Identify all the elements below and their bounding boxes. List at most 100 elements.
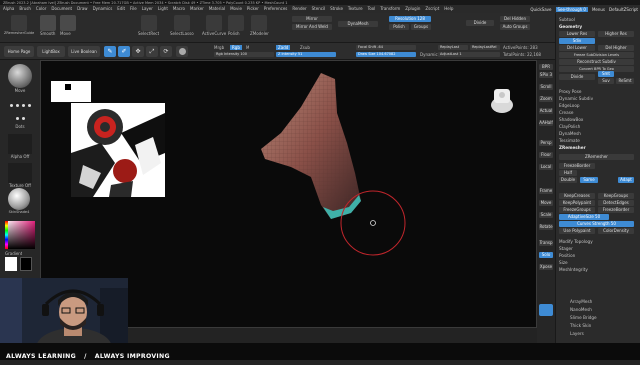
- menu-stencil[interactable]: Stencil: [312, 5, 326, 13]
- quicksave-button[interactable]: QuickSave: [530, 7, 551, 12]
- menu-macro[interactable]: Macro: [173, 5, 185, 13]
- material-picker[interactable]: SkinShade4: [8, 188, 30, 215]
- slime-bridge-section[interactable]: Slime Bridge: [570, 315, 597, 321]
- menu-brush[interactable]: Brush: [19, 5, 31, 13]
- brush-picker[interactable]: Move: [8, 64, 32, 93]
- edit-button[interactable]: ✎: [104, 46, 116, 57]
- menu-document[interactable]: Document: [51, 5, 72, 13]
- freeze-border-button[interactable]: FreezeBorder: [559, 163, 595, 169]
- del-lower-button[interactable]: Del Lower: [559, 45, 595, 51]
- solo-button[interactable]: Solo: [539, 252, 553, 258]
- use-polypaint-button[interactable]: Use Polypaint: [559, 228, 595, 234]
- divide-tray-button[interactable]: Divide: [559, 74, 595, 80]
- edgeloop-section[interactable]: EdgeLoop: [559, 103, 580, 109]
- proxy-pose-section[interactable]: Proxy Pose: [559, 89, 582, 95]
- auto-groups-button[interactable]: Auto Groups: [500, 24, 530, 30]
- size-section[interactable]: Size: [559, 260, 568, 266]
- scale-button[interactable]: ⤢: [146, 46, 158, 57]
- replay-last-button[interactable]: ReplayLast: [438, 45, 468, 50]
- shelf-move[interactable]: Move: [60, 15, 76, 36]
- mirror-button[interactable]: Mirror: [292, 16, 332, 22]
- keep-creases-button[interactable]: KeepCreases: [559, 193, 595, 199]
- polish-toggle[interactable]: Polish: [389, 24, 409, 30]
- suv-toggle[interactable]: Suv: [598, 78, 614, 84]
- del-higher-button[interactable]: Del Higher: [598, 45, 634, 51]
- freeze-groups-button[interactable]: FreezeGroups: [559, 207, 595, 213]
- reconstruct-subdiv-button[interactable]: Reconstruct Subdiv: [559, 59, 634, 65]
- dynamic-toggle[interactable]: Dynamic: [420, 52, 438, 57]
- sdiv-slider[interactable]: Sdiv: [559, 38, 595, 44]
- menu-render[interactable]: Render: [292, 5, 306, 13]
- stroke-picker[interactable]: Dots: [8, 100, 32, 129]
- mirror-and-weld-button[interactable]: Mirror And Weld: [292, 24, 332, 30]
- menu-color[interactable]: Color: [36, 5, 46, 13]
- color-picker[interactable]: [5, 221, 35, 249]
- nanomesh-section[interactable]: NanoMesh: [570, 307, 592, 313]
- adapt-button[interactable]: Adapt: [618, 177, 634, 183]
- spix-button[interactable]: SPix 3: [539, 72, 553, 78]
- divide-button[interactable]: Divide: [466, 20, 494, 26]
- crease-section[interactable]: Crease: [559, 110, 573, 116]
- rgb-toggle[interactable]: Rgb: [230, 45, 242, 50]
- draw-button[interactable]: ✐: [118, 46, 130, 57]
- shelf-polish[interactable]: Polish: [228, 15, 244, 36]
- transp-button[interactable]: Transp: [539, 240, 553, 246]
- thick-skin-section[interactable]: Thick Skin: [570, 323, 591, 329]
- see-through-slider[interactable]: See-through 0: [555, 6, 588, 12]
- z-intensity-slider[interactable]: Z Intensity 51: [276, 52, 336, 57]
- aahalf-button[interactable]: AAHalf: [539, 120, 553, 126]
- geometry-menu-header[interactable]: Geometry: [559, 24, 582, 30]
- smt-toggle[interactable]: Smt: [598, 71, 614, 77]
- keep-polypaint-button[interactable]: KeepPolypaint: [559, 200, 595, 206]
- zremesher-button[interactable]: ZRemesher: [559, 154, 634, 160]
- menu-file[interactable]: File: [130, 5, 137, 13]
- same-button[interactable]: Same: [580, 177, 598, 183]
- layers-section[interactable]: Layers: [570, 331, 584, 337]
- menu-draw[interactable]: Draw: [77, 5, 87, 13]
- del-hidden-button[interactable]: Del Hidden: [500, 16, 530, 22]
- menus-toggle[interactable]: Menus: [592, 7, 605, 12]
- mesh-integrity-section[interactable]: MeshIntegrity: [559, 267, 588, 273]
- frame-button[interactable]: Frame: [539, 188, 553, 194]
- menu-help[interactable]: Help: [444, 5, 453, 13]
- live-boolean-button[interactable]: Live Boolean: [68, 46, 100, 57]
- replay-last-rel-button[interactable]: ReplayLastRel: [470, 45, 500, 50]
- shelf-selectrect[interactable]: SelectRect: [138, 15, 159, 36]
- freeze-subdivision-levels-button[interactable]: Freeze SubDivision Levels: [559, 52, 634, 58]
- scale-view-button[interactable]: Scale: [539, 212, 553, 218]
- trash-icon[interactable]: [539, 304, 553, 316]
- menu-stroke[interactable]: Stroke: [330, 5, 343, 13]
- subtool-menu-header[interactable]: Subtool: [559, 17, 575, 23]
- shelf-zmodeler[interactable]: ZModeler: [250, 15, 269, 36]
- menu-marker[interactable]: Marker: [190, 5, 204, 13]
- hue-strip[interactable]: [5, 221, 8, 249]
- shelf-smooth[interactable]: Smooth: [40, 15, 56, 36]
- dynamesh-section[interactable]: DynaMesh: [559, 131, 581, 137]
- zsub-toggle[interactable]: Zsub: [300, 45, 310, 50]
- menu-edit[interactable]: Edit: [117, 5, 125, 13]
- menu-texture[interactable]: Texture: [348, 5, 363, 13]
- shelf-zremesherguide[interactable]: ZRemesherGuide: [4, 15, 34, 36]
- draw-size-slider[interactable]: Draw Size 104.67082: [356, 52, 416, 57]
- scroll-button[interactable]: Scroll: [539, 84, 553, 90]
- rgb-intensity-slider[interactable]: Rgb Intensity 100: [214, 52, 274, 57]
- persp-button[interactable]: Persp: [539, 140, 553, 146]
- menu-dynamics[interactable]: Dynamics: [93, 5, 113, 13]
- rotate-view-button[interactable]: Rotate: [539, 224, 553, 230]
- dynamesh-button[interactable]: DynaMesh: [338, 21, 378, 27]
- higher-res-button[interactable]: Higher Res: [598, 31, 634, 37]
- resmt-toggle[interactable]: ReSmt: [616, 78, 634, 84]
- focal-shift-slider[interactable]: Focal Shift -64: [356, 45, 416, 50]
- material-swatch[interactable]: [176, 46, 188, 57]
- freeze-border-2-button[interactable]: FreezeBorder: [598, 207, 634, 213]
- menu-zscript[interactable]: Zscript: [425, 5, 439, 13]
- m-toggle[interactable]: M: [246, 45, 249, 50]
- keep-groups-button[interactable]: KeepGroups: [598, 193, 634, 199]
- shelf-selectlasso[interactable]: SelectLasso: [170, 15, 194, 36]
- menu-alpha[interactable]: Alpha: [3, 5, 14, 13]
- resolution-slider[interactable]: Resolution 128: [389, 16, 431, 22]
- secondary-color-swatch[interactable]: [20, 257, 32, 271]
- home-page-button[interactable]: Home Page: [4, 46, 34, 57]
- actual-button[interactable]: Actual: [539, 108, 553, 114]
- local-button[interactable]: Local: [539, 164, 553, 170]
